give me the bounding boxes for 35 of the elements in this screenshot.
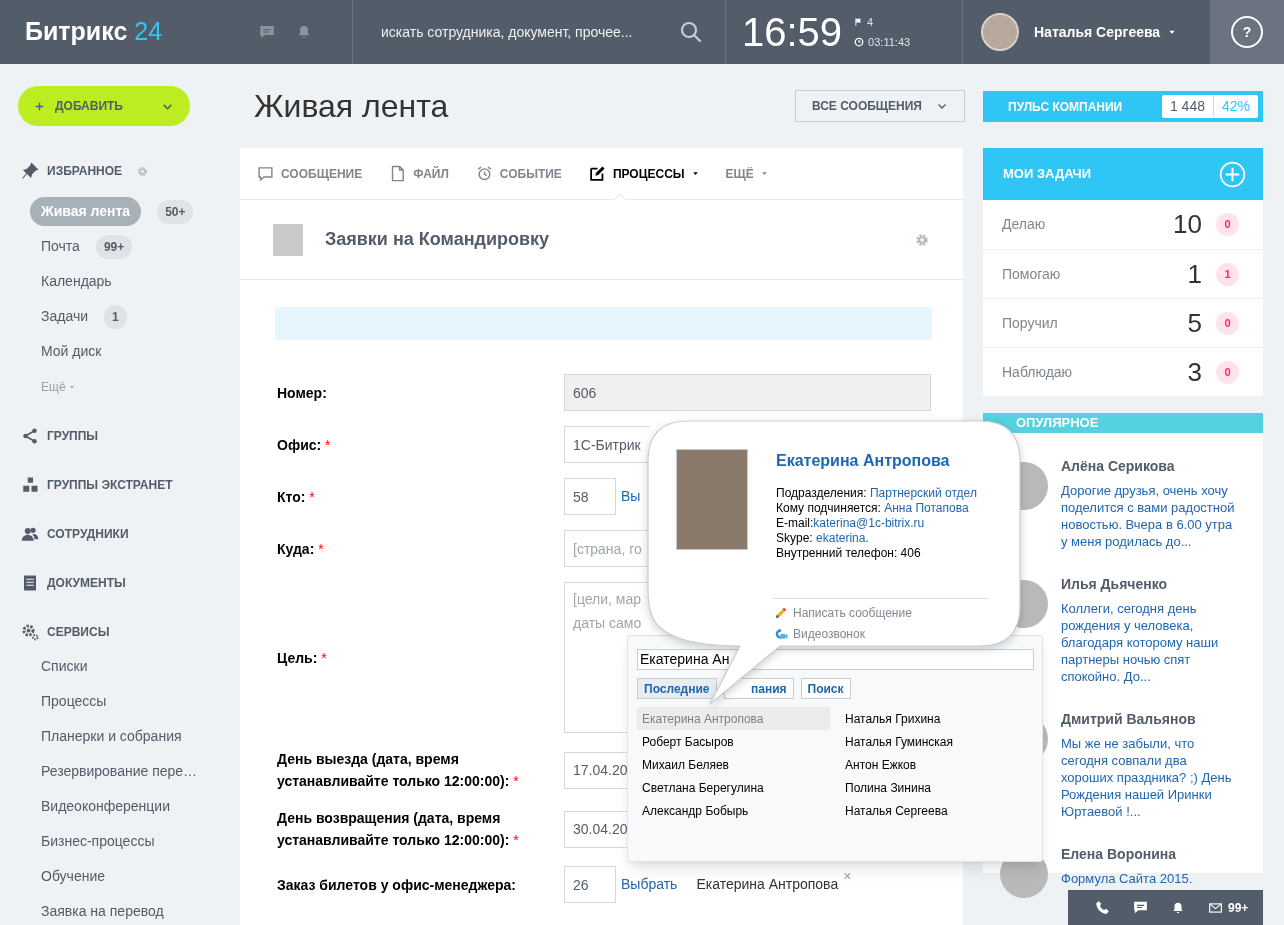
field-label: Номер: [276,383,328,403]
popular-title: ОПУЛЯРНОЕ [1016,414,1099,432]
field-label: День выезда (дата, время устанавливайте только 12:00:00): * [276,750,520,791]
counter-badge: 1 [104,304,127,329]
field-label: День возвращения (дата, время устанавливайте только 12:00:00): * [276,809,520,850]
tasks-title: МОИ ЗАДАЧИ [1003,165,1092,184]
chosen-user: Екатерина Антропова [696,875,839,894]
counter-badge: 99+ [95,234,133,259]
pulse-percent: 42% [1220,97,1251,116]
new-counter: 0 [1216,360,1239,384]
form-title: Заявки на Командировку [325,228,551,251]
task-count: 3 [1187,355,1202,389]
flag-count: 4 [867,14,874,30]
field-label: Кто: * [276,487,316,507]
pulse-count: 1 448 [1161,96,1214,117]
task-count: 1 [1187,257,1202,291]
field-label: Офис: * [276,435,332,455]
counter-badge: 50+ [157,199,194,224]
page-title: Живая лента [254,87,449,126]
field-label: Заказ билетов у офис-менеджера: [276,875,517,895]
field-label: Куда: * [276,539,325,559]
timer-text: 03:11:43 [868,35,911,50]
task-count: 5 [1187,306,1202,340]
profile-line: Внутренний телефон: 406 [776,546,922,561]
pulse-label: ПУЛЬС КОМПАНИИ [1008,98,1123,116]
task-count: 10 [1173,208,1202,241]
profile-line: E-mail:katerina@1c-bitrix.ru [776,516,926,531]
new-counter: 1 [1216,262,1239,286]
new-counter: 0 [1216,311,1239,335]
clock-time: 16:59 [742,12,843,52]
profile-line: Подразделения: Партнерский отдел [776,486,978,501]
profile-line: Skype: ekaterina. [776,531,870,546]
field-label: Цель: * [276,648,328,668]
new-counter: 0 [1216,213,1239,236]
profile-line: Кому подчиняется: Анна Потапова [776,501,970,516]
